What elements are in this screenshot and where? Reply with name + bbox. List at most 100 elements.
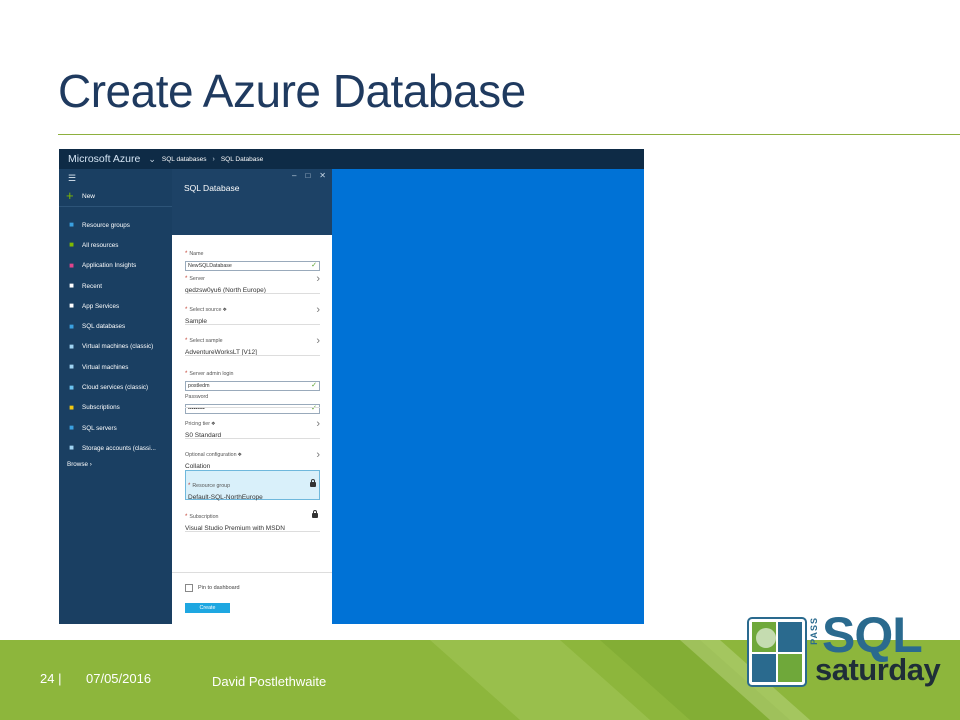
key-icon: ■ [69, 402, 74, 412]
admin-label: Server admin login [189, 371, 234, 377]
window-controls: – □ ✕ [292, 171, 326, 180]
breadcrumb-sql-database[interactable]: SQL Database [221, 156, 263, 163]
blade-title: SQL Database [184, 183, 240, 193]
sidebar-item[interactable]: ■ SQL databases [59, 316, 172, 336]
required-marker: * [185, 514, 188, 520]
close-icon[interactable]: ✕ [319, 171, 326, 180]
select-sample-field[interactable]: * Select sample AdventureWorksLT [V12] › [185, 329, 320, 356]
required-marker: * [185, 338, 188, 344]
sidebar-item[interactable]: ■ Virtual machines [59, 357, 172, 377]
clock-icon: ■ [69, 281, 74, 291]
field-divider [185, 407, 320, 408]
lock-icon [310, 479, 316, 487]
monitor-icon: ■ [69, 362, 74, 372]
globe-icon: ■ [69, 301, 74, 311]
sidebar-item[interactable]: ■ Subscriptions [59, 398, 172, 418]
browse-link[interactable]: Browse › [67, 461, 92, 468]
server-icon: ■ [69, 423, 74, 433]
sidebar-item[interactable]: ■ Resource groups [59, 215, 172, 235]
sidebar-item-label: Resource groups [82, 221, 130, 229]
sidebar-nav: ■ Resource groups ■ All resources ■ Applicati… [59, 215, 172, 459]
sample-label: Select sample [189, 338, 223, 344]
name-label: Name [189, 251, 204, 257]
blade-form: * Name NewSQLDatabase ✓ * Server qedzsw0yu6… [172, 235, 332, 624]
sidebar-item[interactable]: ■ Application Insights [59, 256, 172, 276]
sidebar-item-label: All resources [82, 241, 119, 249]
optional-config-field[interactable]: Optional configuration❖ Collation › [185, 443, 320, 470]
sidebar-item-label: SQL databases [82, 323, 126, 331]
lock-icon [312, 510, 318, 518]
cloud-icon: ■ [69, 382, 74, 392]
subscription-field[interactable]: * Subscription Visual Studio Premium with… [185, 505, 320, 532]
chevron-right-icon: › [316, 335, 320, 347]
database-icon: ■ [69, 321, 74, 331]
resource-groups-icon: ■ [69, 220, 74, 230]
server-field[interactable]: * Server qedzsw0yu6 (North Europe) › [185, 267, 320, 294]
chevron-right-icon: › [316, 449, 320, 461]
sub-label: Subscription [189, 514, 219, 520]
azure-portal-screenshot: Microsoft Azure ⌄ SQL databases › SQL Da… [59, 149, 644, 624]
info-icon: ❖ [222, 307, 227, 313]
sidebar-item[interactable]: ■ Virtual machines (classic) [59, 337, 172, 357]
new-button[interactable]: + New [66, 189, 96, 202]
sidebar-item[interactable]: ■ Storage accounts (classi... [59, 438, 172, 458]
sidebar-item-label: Storage accounts (classi... [82, 444, 156, 452]
info-icon: ❖ [237, 452, 243, 458]
slide: Create Azure Database Microsoft Azure ⌄ … [0, 0, 960, 720]
lightbulb-icon: ■ [69, 260, 74, 270]
password-field: Password ••••••••• ✓ [185, 385, 320, 414]
portal-sidebar: ☰ + New ■ Resource groups ■ All resources ■ A… [59, 169, 172, 624]
source-label: Select source [189, 307, 222, 313]
pin-label: Pin to dashboard [198, 585, 240, 591]
sidebar-item[interactable]: ■ Cloud services (classic) [59, 377, 172, 397]
chevron-right-icon: › [212, 155, 215, 163]
portal-brand[interactable]: Microsoft Azure [68, 153, 140, 165]
required-marker: * [185, 307, 188, 313]
sidebar-item-label: Application Insights [82, 262, 137, 270]
pin-to-dashboard-checkbox[interactable] [185, 584, 193, 592]
maximize-icon[interactable]: □ [305, 171, 310, 180]
select-source-field[interactable]: * Select source❖ Sample › [185, 298, 320, 325]
sidebar-item[interactable]: ■ Recent [59, 276, 172, 296]
storage-icon: ■ [69, 443, 74, 453]
chevron-right-icon: › [316, 304, 320, 316]
page-number: 24 | [40, 671, 62, 686]
sidebar-item-label: Virtual machines [82, 363, 129, 371]
pricing-tier-field[interactable]: Pricing tier❖ S0 Standard › [185, 412, 320, 439]
chevron-right-icon: › [316, 273, 320, 285]
browse-label: Browse [67, 461, 88, 468]
required-marker: * [185, 276, 188, 282]
slide-date: 07/05/2016 [86, 671, 152, 686]
chevron-right-icon: › [89, 461, 92, 468]
title-divider [58, 134, 960, 135]
minimize-icon[interactable]: – [292, 171, 296, 180]
new-label: New [82, 192, 96, 200]
sidebar-item[interactable]: ■ App Services [59, 296, 172, 316]
resource-group-field[interactable]: * Resource group Default-SQL-NorthEurope [188, 474, 318, 501]
sidebar-item[interactable]: ■ SQL servers [59, 418, 172, 438]
blade-header: SQL Database – □ ✕ [172, 169, 332, 235]
sidebar-item-label: Recent [82, 282, 102, 290]
chevron-down-icon[interactable]: ⌄ [148, 154, 156, 165]
sidebar-item[interactable]: ■ All resources [59, 235, 172, 255]
breadcrumb-sql-databases[interactable]: SQL databases [162, 156, 207, 163]
create-button[interactable]: Create [185, 603, 230, 613]
required-marker: * [185, 371, 188, 377]
pricing-label: Pricing tier [185, 421, 211, 427]
field-divider [185, 531, 320, 532]
chevron-right-icon: › [316, 418, 320, 430]
info-icon: ❖ [211, 421, 216, 427]
sidebar-divider [59, 206, 172, 207]
field-divider [185, 438, 320, 439]
optional-value: Collation [185, 463, 211, 470]
hamburger-icon[interactable]: ☰ [68, 173, 76, 184]
required-marker: * [185, 251, 188, 257]
slide-title: Create Azure Database [58, 65, 526, 117]
required-marker: * [188, 483, 191, 489]
grid-icon: ■ [69, 240, 74, 250]
sidebar-item-label: SQL servers [82, 424, 117, 432]
password-label: Password [185, 394, 209, 400]
rg-value: Default-SQL-NorthEurope [188, 494, 263, 501]
monitor-icon: ■ [69, 341, 74, 351]
server-label: Server [189, 276, 205, 282]
